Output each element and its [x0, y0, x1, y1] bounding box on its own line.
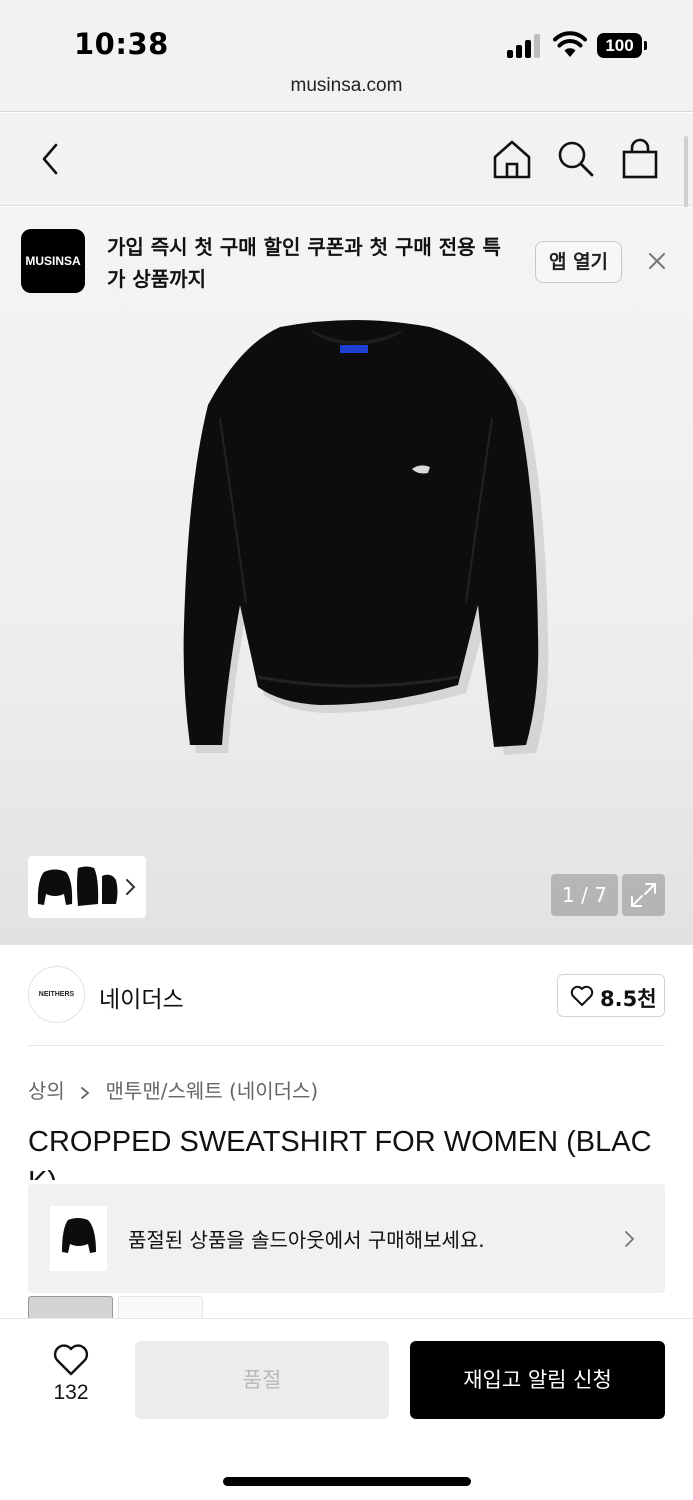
- thumbnail-image[interactable]: [36, 864, 74, 910]
- option-chip-selected[interactable]: [28, 1296, 113, 1320]
- soldout-banner-text: 품절된 상품을 솔드아웃에서 구매해보세요.: [128, 1228, 485, 1252]
- brand-like-button[interactable]: 8.5천: [557, 974, 665, 1017]
- close-icon[interactable]: [644, 248, 670, 274]
- status-bar: 10:38 100 musinsa.com: [0, 0, 693, 112]
- soldout-product-thumbnail: [50, 1206, 107, 1271]
- chevron-right-icon: [81, 1086, 90, 1099]
- brand-name[interactable]: 네이더스: [99, 980, 184, 1014]
- product-image: [183, 320, 549, 755]
- search-icon[interactable]: [553, 137, 597, 181]
- gallery-thumbnail-strip[interactable]: [28, 856, 146, 918]
- option-chip[interactable]: [118, 1296, 203, 1320]
- cellular-signal-icon: [507, 34, 543, 58]
- address-bar-url[interactable]: musinsa.com: [0, 75, 693, 97]
- open-app-button[interactable]: 앱 열기: [535, 241, 622, 283]
- soldout-button: 품절: [135, 1341, 389, 1419]
- shopping-bag-icon[interactable]: [618, 137, 662, 181]
- breadcrumb-subcategory[interactable]: 맨투맨/스웨트 (네이더스): [106, 1079, 319, 1103]
- brand-like-count: 8.5천: [600, 987, 657, 1011]
- musinsa-app-logo: MUSINSA: [21, 229, 85, 293]
- product-like-button[interactable]: 132: [40, 1343, 102, 1423]
- chevron-right-icon[interactable]: [124, 876, 138, 898]
- back-icon[interactable]: [28, 137, 72, 181]
- soldout-shop-banner[interactable]: 품절된 상품을 솔드아웃에서 구매해보세요.: [28, 1184, 665, 1293]
- battery-level: 100: [597, 33, 642, 58]
- restock-notification-button[interactable]: 재입고 알림 신청: [410, 1341, 665, 1419]
- wifi-icon: [553, 31, 587, 57]
- home-indicator[interactable]: [223, 1477, 471, 1486]
- product-title: CROPPED SWEATSHIRT FOR WOMEN (BLACK): [28, 1126, 652, 1180]
- expand-image-button[interactable]: [622, 874, 665, 916]
- battery-icon: 100: [597, 33, 647, 58]
- thumbnail-image[interactable]: [74, 864, 100, 910]
- heart-icon: [570, 985, 594, 1006]
- product-like-count: 132: [53, 1381, 89, 1404]
- gallery-page-counter: 1 / 7: [551, 874, 618, 916]
- divider: [28, 1045, 665, 1046]
- brand-logo[interactable]: NEITHERS: [28, 966, 85, 1023]
- chevron-right-icon: [625, 1231, 635, 1247]
- heart-icon: [53, 1344, 89, 1376]
- expand-icon: [631, 883, 656, 907]
- app-banner-message: 가입 즉시 첫 구매 할인 쿠폰과 첫 구매 전용 특가 상품까지: [107, 235, 501, 291]
- status-time: 10:38: [74, 27, 169, 61]
- home-icon[interactable]: [490, 137, 534, 181]
- bottom-action-bar: 132 품절 재입고 알림 신청: [0, 1318, 693, 1500]
- breadcrumb-category[interactable]: 상의: [28, 1079, 65, 1103]
- thumbnail-image[interactable]: [98, 864, 120, 910]
- product-gallery[interactable]: MUSINSA 가입 즉시 첫 구매 할인 쿠폰과 첫 구매 전용 특가 상품까…: [0, 207, 693, 945]
- top-nav-bar: [0, 113, 693, 206]
- breadcrumb: 상의 맨투맨/스웨트 (네이더스): [28, 1075, 318, 1104]
